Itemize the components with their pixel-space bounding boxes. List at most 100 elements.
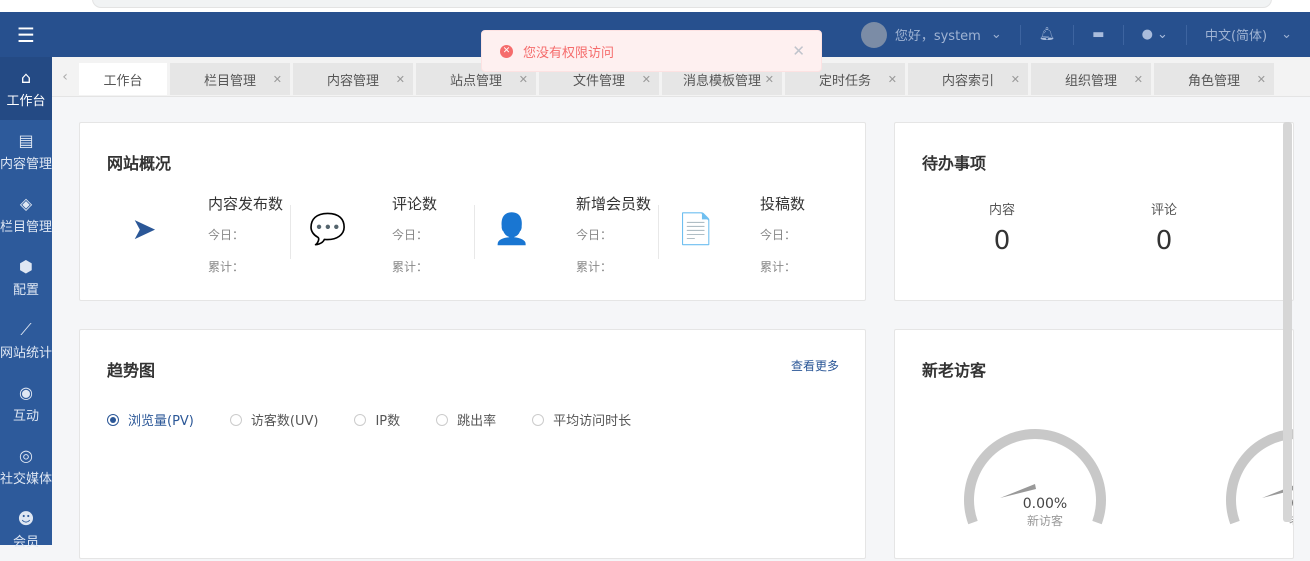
trend-card: 趋势图 查看更多 浏览量(PV) 访客数(UV) IP数 跳出率 平均访问时长 bbox=[79, 329, 866, 559]
divider bbox=[290, 205, 291, 259]
sidebar-item[interactable]: ◎ 社交媒体 bbox=[0, 435, 52, 498]
overview-card: 网站概况 ➤ 内容发布数 今日： 累计： 💬 评论数 今日： 累计： 👤 新增会员数 今日： 累计： 📄… bbox=[79, 122, 866, 301]
tab[interactable]: 栏目管理 ✕ bbox=[170, 63, 290, 95]
tab[interactable]: 内容管理 ✕ bbox=[293, 63, 413, 95]
sidebar-item[interactable]: ▤ 内容管理 bbox=[0, 120, 52, 183]
sidebar: ☰ ⌂ 工作台 ▤ 内容管理 ◈ 栏目管理 ⬢ 配置 ⟋ 网站统计 ◉ 互动 ◎ 社交媒体 ☻ 会员 bbox=[0, 12, 52, 550]
gauge-label: 新访客 bbox=[1026, 514, 1063, 528]
radio-circle[interactable] bbox=[229, 413, 242, 426]
tab[interactable]: 工作台 bbox=[79, 63, 167, 95]
close-icon[interactable]: ✕ bbox=[792, 42, 805, 60]
stat-today: 今日： bbox=[576, 228, 613, 242]
tab[interactable]: 角色管理 ✕ bbox=[1154, 63, 1274, 95]
radio-label: 平均访问时长 bbox=[553, 414, 632, 429]
tab[interactable]: 组织管理 ✕ bbox=[1031, 63, 1151, 95]
sidebar-item-label: 互动 bbox=[12, 409, 39, 424]
close-icon[interactable]: ✕ bbox=[519, 73, 528, 86]
todo-value: 0 bbox=[993, 226, 1011, 256]
card-title: 待办事项 bbox=[922, 154, 987, 173]
language-label: 中文(简体) bbox=[1204, 29, 1268, 44]
monitor-icon[interactable]: ▬ bbox=[1073, 24, 1122, 45]
document-edit-icon: ▤ bbox=[18, 131, 34, 150]
view-more-link[interactable]: 查看更多 bbox=[791, 357, 839, 374]
layers-icon: ◈ bbox=[19, 194, 33, 213]
avatar bbox=[860, 21, 887, 48]
browser-strip bbox=[0, 0, 1310, 12]
tab-label: 角色管理 bbox=[1187, 73, 1240, 89]
trend-radio[interactable]: IP数 bbox=[354, 410, 400, 429]
greeting: 您好，system bbox=[894, 29, 981, 44]
menu-toggle-icon[interactable]: ☰ bbox=[0, 12, 52, 57]
stat-item: ➤ 内容发布数 今日： 累计： bbox=[100, 191, 284, 274]
stat-label: 评论数 bbox=[392, 195, 438, 213]
user-menu[interactable]: 您好，system ⌄ bbox=[843, 21, 1020, 48]
todo-value: 0 bbox=[1155, 226, 1173, 256]
radio-circle[interactable] bbox=[436, 413, 449, 426]
radio-circle[interactable] bbox=[354, 413, 367, 426]
close-icon[interactable]: ✕ bbox=[396, 73, 405, 86]
sidebar-item-label: 配置 bbox=[12, 283, 39, 298]
toast-message: 您没有权限访问 bbox=[523, 45, 615, 61]
trend-radio[interactable]: 访客数(UV) bbox=[229, 410, 319, 429]
close-icon[interactable]: ✕ bbox=[642, 73, 651, 86]
sidebar-item[interactable]: ⌂ 工作台 bbox=[0, 57, 52, 120]
todo-item[interactable]: 内容 0 bbox=[962, 199, 1042, 256]
sidebar-item[interactable]: ☻ 会员 bbox=[0, 498, 52, 561]
bell-icon[interactable]: 🔔︎ bbox=[1019, 24, 1074, 45]
divider bbox=[474, 205, 475, 259]
scrollbar[interactable] bbox=[1283, 122, 1292, 522]
radio-circle[interactable] bbox=[107, 413, 119, 426]
user-badge-icon: ☻ bbox=[17, 509, 35, 528]
stat-item: 👤 新增会员数 今日： 累计： bbox=[468, 191, 652, 274]
sidebar-item-label: 内容管理 bbox=[0, 157, 52, 172]
stat-total: 累计： bbox=[760, 260, 797, 274]
todo-card: 待办事项 内容 0 评论 0 bbox=[894, 122, 1294, 301]
trend-radio[interactable]: 跳出率 bbox=[436, 410, 496, 429]
tab-label: 消息模板管理 bbox=[682, 73, 761, 89]
sidebar-item[interactable]: ◈ 栏目管理 bbox=[0, 183, 52, 246]
close-icon[interactable]: ✕ bbox=[765, 73, 774, 86]
trend-radio[interactable]: 平均访问时长 bbox=[532, 410, 631, 429]
sidebar-item[interactable]: ⟋ 网站统计 bbox=[0, 309, 52, 372]
line-chart-icon: ⟋ bbox=[20, 320, 32, 339]
tab[interactable]: 内容索引 ✕ bbox=[908, 63, 1028, 95]
close-icon[interactable]: ✕ bbox=[888, 73, 897, 86]
card-title: 新老访客 bbox=[922, 361, 987, 380]
trend-radio[interactable]: 浏览量(PV) bbox=[107, 410, 194, 429]
tab-label: 文件管理 bbox=[572, 73, 625, 89]
todo-item[interactable]: 评论 0 bbox=[1124, 199, 1204, 256]
sidebar-item[interactable]: ◉ 互动 bbox=[0, 372, 52, 435]
tab-label: 工作台 bbox=[103, 73, 143, 89]
language-select[interactable]: 中文(简体) ⌄ bbox=[1185, 24, 1310, 45]
radio-label: IP数 bbox=[375, 414, 401, 429]
tab-label: 定时任务 bbox=[818, 73, 871, 89]
close-icon[interactable]: ✕ bbox=[1257, 73, 1266, 86]
card-title: 网站概况 bbox=[107, 154, 172, 173]
stat-icon: ➤ bbox=[131, 211, 157, 247]
stat-total: 累计： bbox=[208, 260, 245, 274]
chat-icon: ◉ bbox=[19, 383, 33, 402]
chevron-left-icon[interactable]: ‹ bbox=[52, 62, 78, 92]
radio-label: 跳出率 bbox=[457, 414, 497, 429]
address-bar[interactable] bbox=[92, 0, 1272, 8]
tab-label: 栏目管理 bbox=[203, 73, 256, 89]
stat-icon: 👤 bbox=[493, 211, 531, 247]
stat-icon: 📄 bbox=[677, 211, 715, 247]
close-icon[interactable]: ✕ bbox=[1134, 73, 1143, 86]
sidebar-item[interactable]: ⬢ 配置 bbox=[0, 246, 52, 309]
gauge-value: 0.00% bbox=[1022, 496, 1068, 512]
palette-icon[interactable]: ● ⌄ bbox=[1122, 24, 1186, 45]
close-icon[interactable]: ✕ bbox=[1011, 73, 1020, 86]
card-title: 趋势图 bbox=[107, 361, 156, 380]
close-icon[interactable]: ✕ bbox=[273, 73, 282, 86]
visitors-card: 新老访客 0.00%新访客0.00%老访客 bbox=[894, 329, 1294, 559]
stat-label: 新增会员数 bbox=[576, 195, 652, 213]
sidebar-item-label: 工作台 bbox=[6, 94, 46, 109]
radio-label: 访客数(UV) bbox=[250, 414, 319, 429]
stat-today: 今日： bbox=[208, 228, 245, 242]
radio-circle[interactable] bbox=[532, 413, 545, 426]
sidebar-item-label: 会员 bbox=[12, 535, 39, 550]
tab-label: 内容管理 bbox=[326, 73, 379, 89]
home-icon: ⌂ bbox=[20, 68, 32, 87]
box-icon: ⬢ bbox=[19, 257, 33, 276]
